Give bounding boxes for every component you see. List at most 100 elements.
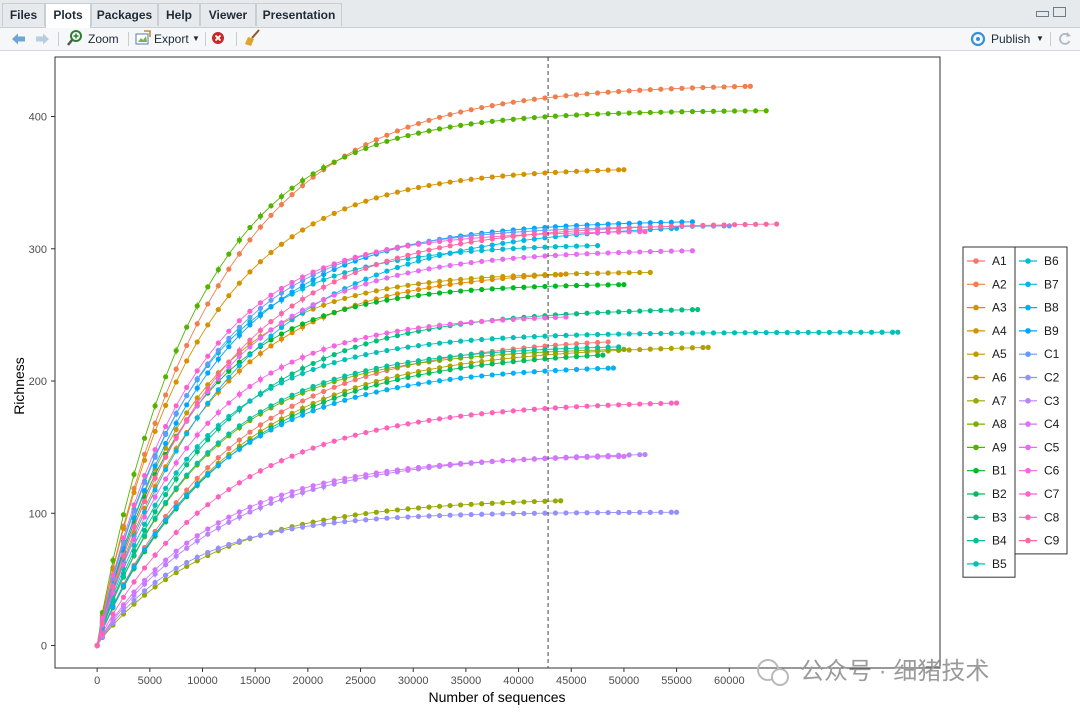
- data-point: [226, 431, 232, 437]
- data-point: [205, 284, 211, 290]
- back-arrow-icon[interactable]: [9, 28, 27, 50]
- data-point: [215, 347, 221, 353]
- tab-help[interactable]: Help: [158, 3, 200, 26]
- series-line: [96, 511, 677, 646]
- data-point: [373, 338, 379, 344]
- data-point: [658, 224, 664, 230]
- data-point: [489, 118, 495, 124]
- data-point: [573, 243, 580, 249]
- data-point: [321, 480, 327, 486]
- data-point: [363, 429, 369, 436]
- chevron-down-icon: ▼: [192, 34, 200, 43]
- data-point: [141, 473, 148, 479]
- data-point: [194, 554, 200, 560]
- legend-label: B9: [1044, 324, 1059, 338]
- data-point: [584, 310, 590, 316]
- data-point: [605, 89, 611, 95]
- zoom-button[interactable]: Zoom: [66, 28, 122, 50]
- data-point: [163, 540, 169, 546]
- data-point: [458, 502, 464, 508]
- legend-key-point: [1025, 537, 1031, 544]
- data-point: [394, 423, 401, 429]
- data-point: [194, 481, 200, 487]
- data-point: [257, 391, 264, 397]
- tab-presentation[interactable]: Presentation: [256, 3, 342, 26]
- data-point: [700, 84, 706, 91]
- data-point: [658, 346, 664, 352]
- data-point: [141, 588, 148, 594]
- data-point: [573, 282, 580, 289]
- data-point: [257, 327, 264, 334]
- data-point: [521, 457, 527, 463]
- data-point: [479, 350, 485, 357]
- data-point: [405, 326, 411, 333]
- data-point: [226, 335, 232, 341]
- data-point: [458, 365, 464, 371]
- data-point: [531, 254, 537, 260]
- data-point: [405, 466, 411, 472]
- data-point: [563, 271, 569, 277]
- legend-key-point: [973, 491, 979, 497]
- data-point: [215, 440, 221, 446]
- forward-arrow-icon[interactable]: [34, 28, 52, 50]
- data-point: [458, 276, 464, 283]
- data-point: [342, 340, 348, 346]
- data-point: [131, 589, 137, 595]
- minimize-pane-icon[interactable]: [1036, 11, 1049, 17]
- data-point: [321, 313, 327, 319]
- y-tick-label: 200: [29, 376, 47, 388]
- legend-label: A1: [992, 254, 1007, 268]
- data-point: [163, 440, 169, 447]
- data-point: [489, 286, 495, 292]
- data-point: [184, 342, 190, 349]
- x-tick-label: 25000: [345, 675, 376, 687]
- data-point: [184, 324, 190, 330]
- data-point: [573, 345, 580, 351]
- data-point: [468, 176, 474, 182]
- data-point: [700, 222, 706, 228]
- series-layer: [94, 83, 901, 649]
- legend: A1 A2 A3 A4 A5 A6 A7 A8 A9 B1 B2 B3 B4 B5 B6 B7 B8 B9 C1 C2…: [962, 246, 1068, 578]
- export-menu-button[interactable]: Export ▼: [135, 28, 201, 50]
- refresh-icon[interactable]: [1057, 28, 1073, 50]
- data-point: [152, 454, 158, 460]
- data-point: [889, 329, 896, 335]
- data-point: [131, 552, 137, 558]
- data-point: [479, 501, 485, 507]
- legend-label: B1: [992, 464, 1007, 478]
- remove-plot-icon[interactable]: [211, 28, 227, 50]
- export-label: Export: [154, 32, 189, 46]
- data-point: [594, 403, 601, 409]
- data-point: [226, 359, 232, 365]
- tab-plots[interactable]: Plots: [45, 3, 91, 28]
- data-point: [436, 245, 443, 251]
- broom-icon[interactable]: [244, 28, 262, 50]
- data-point: [131, 489, 137, 496]
- data-point: [268, 319, 274, 325]
- data-point: [394, 128, 401, 134]
- data-point: [363, 341, 369, 347]
- data-point: [278, 380, 285, 386]
- plots-toolbar: Zoom Export ▼ Publish ▼: [0, 28, 1080, 51]
- data-point: [510, 99, 516, 105]
- publish-button[interactable]: Publish ▼: [970, 28, 1045, 50]
- tab-files[interactable]: Files: [2, 3, 45, 26]
- data-point: [531, 114, 537, 121]
- data-point: [236, 437, 242, 443]
- data-point: [384, 297, 390, 303]
- data-point: [563, 314, 569, 320]
- data-point: [479, 511, 485, 517]
- tab-packages[interactable]: Packages: [91, 3, 158, 26]
- data-point: [426, 247, 432, 253]
- data-point: [753, 330, 759, 336]
- data-point: [415, 372, 422, 378]
- x-tick-label: 60000: [714, 675, 745, 687]
- tab-viewer[interactable]: Viewer: [200, 3, 256, 26]
- data-point: [563, 243, 569, 250]
- data-point: [321, 346, 327, 352]
- data-point: [163, 485, 169, 491]
- data-point: [310, 383, 316, 390]
- data-point: [331, 438, 337, 444]
- maximize-pane-icon[interactable]: [1053, 7, 1066, 17]
- data-point: [152, 447, 158, 453]
